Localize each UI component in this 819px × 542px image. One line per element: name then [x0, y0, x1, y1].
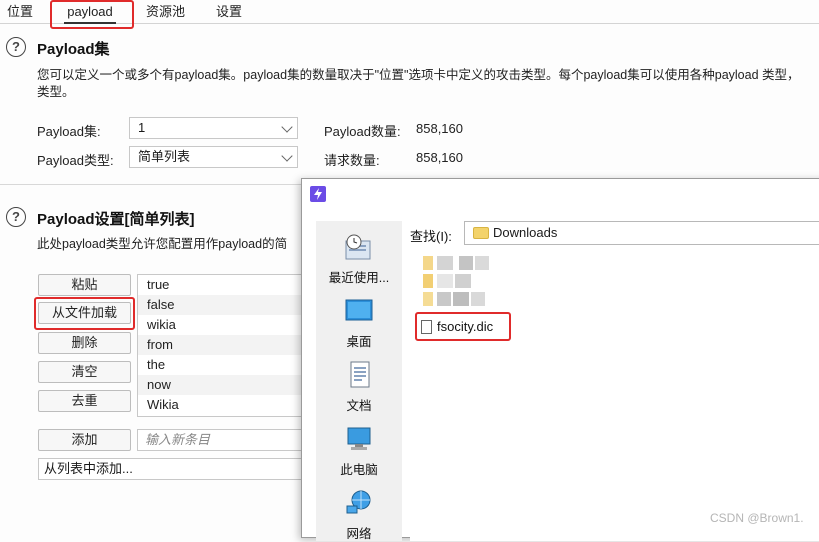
add-button[interactable]: 添加 [38, 429, 131, 451]
place-label: 网络 [346, 527, 372, 541]
list-item[interactable]: false [138, 295, 306, 315]
watermark: CSDN @Brown1. [710, 511, 804, 525]
open-file-dialog: 最近使用... 桌面 文档 此电脑 网络 查找(I): Downloads fs… [301, 178, 819, 541]
documents-icon [350, 361, 370, 388]
lookin-select[interactable]: Downloads [464, 221, 819, 245]
place-documents[interactable]: 文档 [316, 361, 402, 414]
list-item[interactable]: Wikia [138, 395, 306, 415]
payload-settings-description: 此处payload类型允许您配置用作payload的简 [37, 237, 288, 251]
file-item-selected[interactable]: fsocity.dic [419, 317, 509, 337]
tab-settings[interactable]: 设置 [216, 0, 242, 24]
recent-places-icon [345, 234, 371, 260]
dialog-titlebar [302, 179, 819, 209]
place-this-pc[interactable]: 此电脑 [316, 425, 402, 478]
dedupe-button[interactable]: 去重 [38, 390, 131, 412]
tab-payload[interactable]: payload [64, 0, 116, 24]
place-desktop[interactable]: 桌面 [316, 297, 402, 350]
list-item[interactable]: now [138, 375, 306, 395]
file-icon [421, 320, 432, 334]
lookin-value: Downloads [493, 225, 558, 240]
places-bar: 最近使用... 桌面 文档 此电脑 网络 [316, 221, 402, 541]
chevron-down-icon [281, 121, 293, 133]
help-icon[interactable]: ? [6, 37, 26, 57]
add-from-list-label: 从列表中添加... [44, 461, 133, 476]
request-count-value: 858,160 [416, 150, 463, 165]
load-from-file-button[interactable]: 从文件加载 [38, 302, 131, 324]
payload-type-label: Payload类型: [37, 153, 114, 168]
file-name: fsocity.dic [437, 319, 494, 334]
payload-type-select[interactable]: 简单列表 [129, 146, 298, 168]
network-icon [346, 490, 371, 514]
place-recent[interactable]: 最近使用... [316, 233, 402, 286]
place-label: 桌面 [346, 335, 372, 349]
remove-button[interactable]: 删除 [38, 332, 131, 354]
folder-icon [473, 227, 489, 239]
tab-positions[interactable]: 位置 [7, 0, 33, 24]
payload-set-label: Payload集: [37, 124, 101, 139]
list-item[interactable]: from [138, 335, 306, 355]
help-icon[interactable]: ? [6, 207, 26, 227]
payload-count-label: Payload数量: [324, 124, 401, 139]
lookin-label: 查找(I): [410, 229, 452, 244]
new-item-input[interactable]: 输入新条目 [137, 429, 307, 451]
list-item[interactable]: the [138, 355, 306, 375]
place-network[interactable]: 网络 [316, 489, 402, 542]
clear-button[interactable]: 清空 [38, 361, 131, 383]
payload-set-value: 1 [138, 120, 146, 135]
place-label: 文档 [346, 399, 372, 413]
payload-set-select[interactable]: 1 [129, 117, 298, 139]
payload-settings-title: Payload设置[简单列表] [37, 211, 195, 228]
payload-list[interactable]: true false wikia from the now Wikia [137, 274, 307, 417]
list-item[interactable]: true [138, 275, 306, 295]
request-count-label: 请求数量: [324, 153, 380, 168]
add-from-list-select[interactable]: 从列表中添加... [38, 458, 307, 480]
tab-resource-pool[interactable]: 资源池 [146, 0, 185, 24]
paste-button[interactable]: 粘贴 [38, 274, 131, 296]
payload-count-value: 858,160 [416, 121, 463, 136]
payload-sets-description-line2: 类型。 [37, 85, 75, 99]
obscured-files [419, 252, 499, 314]
payload-sets-title: Payload集 [37, 41, 110, 58]
chevron-down-icon [281, 150, 293, 162]
payload-type-value: 简单列表 [138, 149, 191, 164]
this-pc-icon [347, 427, 371, 450]
desktop-icon [345, 299, 373, 321]
place-label: 最近使用... [328, 271, 390, 285]
list-item[interactable]: wikia [138, 315, 306, 335]
app-icon [310, 186, 326, 202]
payload-sets-description: 您可以定义一个或多个有payload集。payload集的数量取决于"位置"选项… [37, 68, 800, 82]
place-label: 此电脑 [340, 463, 378, 477]
